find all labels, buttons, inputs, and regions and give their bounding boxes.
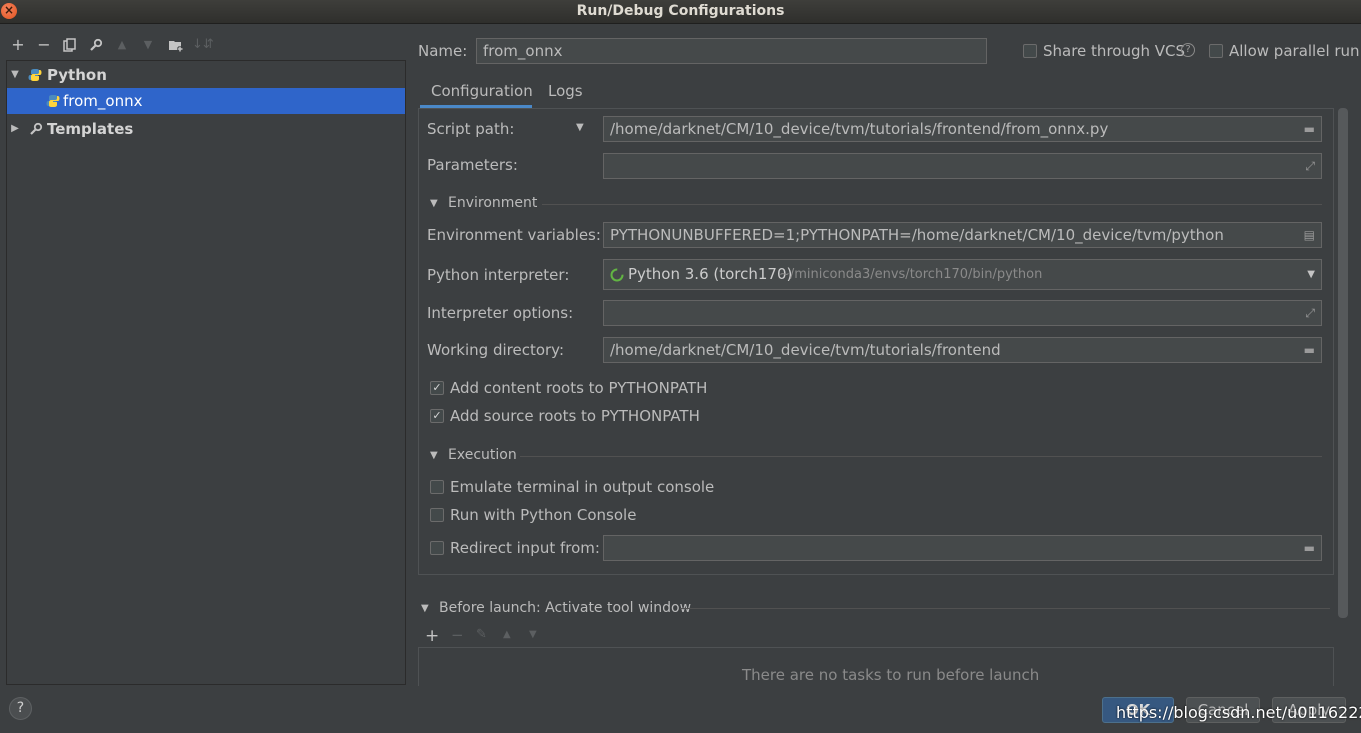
- help-button[interactable]: ?: [9, 697, 32, 720]
- close-icon[interactable]: ×: [1, 3, 17, 19]
- emulate-terminal-checkbox[interactable]: [430, 480, 444, 494]
- conda-icon: [610, 268, 624, 282]
- section-divider: [520, 456, 1322, 457]
- share-vcs-checkbox[interactable]: [1023, 44, 1037, 58]
- redirect-input-label: Redirect input from:: [450, 539, 600, 557]
- working-dir-input[interactable]: /home/darknet/CM/10_device/tvm/tutorials…: [603, 337, 1322, 363]
- allow-parallel-checkbox[interactable]: [1209, 44, 1223, 58]
- interpreter-select[interactable]: Python 3.6 (torch170) ~/miniconda3/envs/…: [603, 259, 1322, 290]
- source-roots-label: Add source roots to PYTHONPATH: [450, 407, 700, 425]
- folder-add-icon[interactable]: [166, 34, 186, 56]
- chevron-down-icon[interactable]: ▼: [1307, 260, 1315, 289]
- config-tree: ▼ Python from_onnx ▶ Templates: [6, 60, 406, 685]
- remove-task-icon[interactable]: −: [451, 626, 464, 644]
- copy-icon[interactable]: [60, 34, 80, 56]
- help-icon[interactable]: ?: [1181, 43, 1195, 57]
- working-dir-value: /home/darknet/CM/10_device/tvm/tutorials…: [610, 341, 1001, 359]
- script-path-input[interactable]: /home/darknet/CM/10_device/tvm/tutorials…: [603, 116, 1322, 142]
- add-task-icon[interactable]: +: [425, 626, 439, 646]
- tasks-list: There are no tasks to run before launch: [418, 647, 1334, 687]
- section-divider: [542, 204, 1322, 205]
- content-roots-checkbox[interactable]: ✓: [430, 381, 444, 395]
- edit-list-icon[interactable]: ▤: [1304, 223, 1315, 247]
- sort-icon[interactable]: ↓⇵: [192, 34, 214, 56]
- script-type-dropdown-icon[interactable]: ▼: [576, 122, 584, 133]
- env-vars-input[interactable]: PYTHONUNBUFFERED=1;PYTHONPATH=/home/dark…: [603, 222, 1322, 248]
- folder-icon[interactable]: ▬: [1304, 536, 1315, 560]
- expand-icon[interactable]: ⤢: [1305, 154, 1315, 178]
- script-path-label: Script path:: [427, 120, 515, 138]
- section-divider: [680, 608, 1330, 609]
- expand-icon[interactable]: ⤢: [1305, 301, 1315, 325]
- tree-item-templates[interactable]: ▶ Templates: [7, 116, 405, 142]
- working-dir-label: Working directory:: [427, 341, 565, 359]
- watermark-text: https://blog.csdn.net/u011622208: [1116, 703, 1361, 722]
- window-title: Run/Debug Configurations: [576, 3, 785, 19]
- tree-item-from-onnx[interactable]: from_onnx: [7, 88, 405, 114]
- script-path-value: /home/darknet/CM/10_device/tvm/tutorials…: [610, 120, 1109, 138]
- folder-icon[interactable]: ▬: [1304, 338, 1315, 362]
- title-bar: Run/Debug Configurations: [0, 0, 1361, 24]
- move-task-up-icon[interactable]: ▲: [503, 629, 511, 640]
- move-up-icon[interactable]: ▲: [112, 34, 132, 56]
- env-vars-value: PYTHONUNBUFFERED=1;PYTHONPATH=/home/dark…: [610, 226, 1224, 244]
- tab-logs[interactable]: Logs: [540, 78, 590, 108]
- python-file-icon: [46, 95, 60, 107]
- tree-item-python[interactable]: ▼ Python: [7, 62, 405, 88]
- tree-label-python: Python: [47, 66, 107, 84]
- name-input[interactable]: from_onnx: [476, 38, 987, 64]
- expand-right-icon[interactable]: ▶: [9, 116, 21, 142]
- redirect-input-checkbox[interactable]: [430, 541, 444, 555]
- move-task-down-icon[interactable]: ▼: [529, 629, 537, 640]
- wrench-icon[interactable]: [86, 34, 106, 56]
- interpreter-path: ~/miniconda3/envs/torch170/bin/python: [779, 267, 1043, 282]
- parameters-input[interactable]: ⤢: [603, 153, 1322, 179]
- tab-logs-label: Logs: [548, 82, 583, 100]
- collapse-environment-icon[interactable]: ▼: [430, 198, 438, 209]
- collapse-before-launch-icon[interactable]: ▼: [421, 603, 429, 614]
- remove-icon[interactable]: −: [34, 34, 54, 56]
- add-icon[interactable]: +: [8, 34, 28, 56]
- name-value: from_onnx: [483, 42, 563, 60]
- share-vcs-label: Share through VCS: [1043, 42, 1186, 60]
- tree-label-from-onnx: from_onnx: [63, 92, 143, 110]
- no-tasks-text: There are no tasks to run before launch: [742, 666, 1040, 684]
- python-icon: [28, 69, 42, 81]
- python-console-label: Run with Python Console: [450, 506, 637, 524]
- wrench-icon: [30, 122, 43, 135]
- content-roots-label: Add content roots to PYTHONPATH: [450, 379, 708, 397]
- interpreter-label: Python interpreter:: [427, 266, 570, 284]
- scrollbar[interactable]: [1338, 108, 1348, 618]
- parameters-label: Parameters:: [427, 156, 518, 174]
- source-roots-checkbox[interactable]: ✓: [430, 409, 444, 423]
- before-launch-title: Before launch: Activate tool window: [439, 600, 692, 616]
- emulate-terminal-label: Emulate terminal in output console: [450, 478, 715, 496]
- python-console-checkbox[interactable]: [430, 508, 444, 522]
- interpreter-options-label: Interpreter options:: [427, 304, 574, 322]
- allow-parallel-label: Allow parallel run: [1229, 42, 1360, 60]
- execution-section-title: Execution: [448, 447, 517, 463]
- interpreter-options-input[interactable]: ⤢: [603, 300, 1322, 326]
- redirect-input-field[interactable]: ▬: [603, 535, 1322, 561]
- interpreter-name: Python 3.6 (torch170): [628, 265, 793, 283]
- tree-label-templates: Templates: [47, 120, 134, 138]
- env-vars-label: Environment variables:: [427, 226, 601, 244]
- tab-configuration-label: Configuration: [431, 82, 533, 100]
- expand-down-icon[interactable]: ▼: [9, 62, 21, 88]
- environment-section-title: Environment: [448, 195, 538, 211]
- folder-icon[interactable]: ▬: [1304, 117, 1315, 141]
- config-toolbar: + − ▲ ▼ ↓⇵: [6, 34, 406, 56]
- name-label: Name:: [418, 42, 468, 60]
- tab-configuration[interactable]: Configuration: [420, 78, 533, 108]
- collapse-execution-icon[interactable]: ▼: [430, 450, 438, 461]
- move-down-icon[interactable]: ▼: [138, 34, 158, 56]
- edit-task-icon[interactable]: ✎: [476, 627, 487, 642]
